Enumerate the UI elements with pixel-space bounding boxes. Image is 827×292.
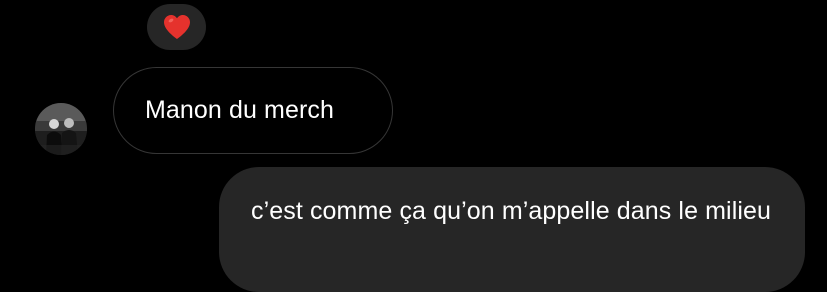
avatar-photo xyxy=(35,103,87,155)
avatar[interactable] xyxy=(35,103,87,155)
incoming-message-bubble[interactable]: Manon du merch xyxy=(113,67,393,154)
heart-icon xyxy=(163,15,190,39)
outgoing-message-bubble[interactable]: c’est comme ça qu’on m’appelle dans le m… xyxy=(219,167,805,292)
message-reaction[interactable] xyxy=(147,4,206,50)
incoming-message-text: Manon du merch xyxy=(145,96,334,124)
outgoing-message-text: c’est comme ça qu’on m’appelle dans le m… xyxy=(251,197,772,225)
